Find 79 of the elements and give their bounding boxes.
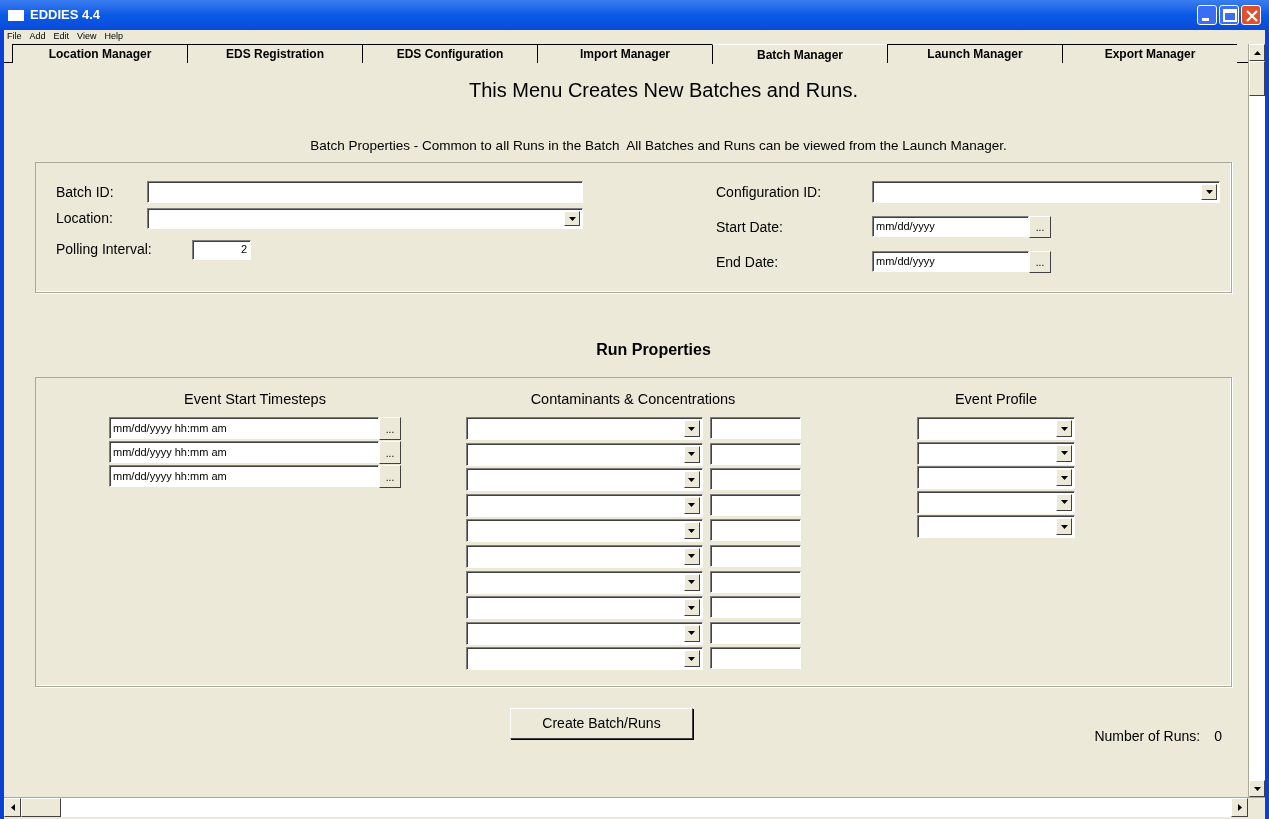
column-heading: Contaminants & Concentrations [530, 390, 736, 408]
column-heading: Event Profile [954, 390, 1038, 408]
text-field[interactable] [709, 493, 801, 516]
page-heading: This Menu Creates New Batches and Runs. [467, 78, 859, 102]
text-field[interactable] [709, 596, 801, 619]
field-label: Location: [56, 209, 114, 228]
tab[interactable]: EDS Configuration [362, 44, 537, 63]
horizontal-scrollbar[interactable] [4, 797, 1265, 817]
dropdown[interactable] [465, 519, 703, 543]
field-label: Batch ID: [56, 182, 115, 202]
text-field[interactable] [709, 519, 801, 542]
section-description: Batch Properties - Common to all Runs in the Batch All Batches and Runs can be viewed from the Launch Manager. [309, 138, 1007, 154]
field-label: Configuration ID: [716, 182, 823, 202]
text-field[interactable]: mm/dd/yyyy [872, 216, 1029, 237]
text-field[interactable] [709, 442, 801, 465]
text-field[interactable]: mm/dd/yyyy [872, 251, 1029, 272]
browse-button[interactable]: ... [379, 441, 401, 464]
create-button[interactable]: Create Batch/Runs [510, 708, 693, 739]
menu-item[interactable]: Edit [53, 30, 70, 44]
menu-item[interactable]: File [7, 30, 22, 44]
tab[interactable]: Import Manager [537, 44, 712, 63]
text-field[interactable] [709, 544, 801, 567]
text-field[interactable] [147, 181, 583, 203]
dropdown[interactable] [465, 647, 703, 671]
dropdown[interactable] [917, 490, 1075, 514]
text-field[interactable] [709, 621, 801, 644]
scroll-right-icon[interactable] [1231, 798, 1248, 817]
section-heading: Run Properties [595, 340, 711, 360]
scroll-up-icon[interactable] [1249, 44, 1265, 61]
dropdown[interactable] [917, 441, 1075, 465]
window-title: EDDIES 4.4 [30, 6, 101, 25]
browse-button[interactable]: ... [379, 417, 401, 440]
field-label: Polling Interval: [56, 240, 153, 259]
dropdown[interactable] [872, 181, 1220, 203]
dropdown[interactable] [465, 570, 703, 594]
dropdown[interactable] [147, 208, 583, 229]
tab[interactable]: EDS Registration [187, 44, 362, 63]
text-field[interactable] [709, 570, 801, 593]
dropdown[interactable] [917, 417, 1075, 440]
text-field[interactable] [709, 417, 801, 439]
tab[interactable]: Export Manager [1062, 44, 1237, 63]
close-icon[interactable] [1241, 5, 1261, 25]
menu-item[interactable]: Help [104, 30, 123, 44]
dropdown[interactable] [917, 515, 1075, 538]
scroll-down-icon[interactable] [1249, 780, 1265, 797]
dropdown[interactable] [465, 417, 703, 440]
scroll-left-icon[interactable] [4, 798, 21, 817]
window-icon [8, 9, 24, 21]
dropdown[interactable] [465, 442, 703, 466]
text-field[interactable]: mm/dd/yyyy hh:mm am [109, 417, 379, 439]
dropdown[interactable] [917, 466, 1075, 489]
scroll-thumb[interactable] [1249, 61, 1265, 96]
text-field[interactable] [709, 647, 801, 670]
vertical-scrollbar[interactable] [1248, 44, 1265, 797]
dropdown[interactable] [465, 596, 703, 620]
menu-item[interactable]: View [77, 30, 97, 44]
dropdown[interactable] [465, 621, 703, 645]
dropdown[interactable] [465, 544, 703, 568]
maximize-icon[interactable] [1219, 5, 1239, 25]
text-field[interactable] [709, 468, 801, 491]
scroll-thumb[interactable] [21, 798, 61, 817]
field-label: Start Date: [716, 217, 784, 237]
browse-button[interactable]: ... [1029, 251, 1051, 273]
browse-button[interactable]: ... [1029, 216, 1051, 238]
runs-label: Number of Runs: [1094, 727, 1201, 746]
minimize-icon[interactable] [1197, 5, 1217, 25]
runs-count: 0 [1214, 727, 1222, 746]
dropdown[interactable] [465, 468, 703, 492]
tab[interactable]: Launch Manager [887, 44, 1062, 63]
column-heading: Event Start Timesteps [184, 390, 326, 408]
field-label: End Date: [716, 252, 780, 272]
text-field[interactable]: mm/dd/yyyy hh:mm am [109, 465, 379, 487]
tab[interactable]: Batch Manager [712, 44, 887, 64]
text-field[interactable]: mm/dd/yyyy hh:mm am [109, 441, 379, 463]
dropdown[interactable] [465, 493, 703, 517]
text-field[interactable]: 2 [192, 239, 251, 260]
menu-item[interactable]: Add [29, 30, 46, 44]
tab[interactable]: Location Manager [12, 44, 187, 63]
browse-button[interactable]: ... [379, 465, 401, 488]
